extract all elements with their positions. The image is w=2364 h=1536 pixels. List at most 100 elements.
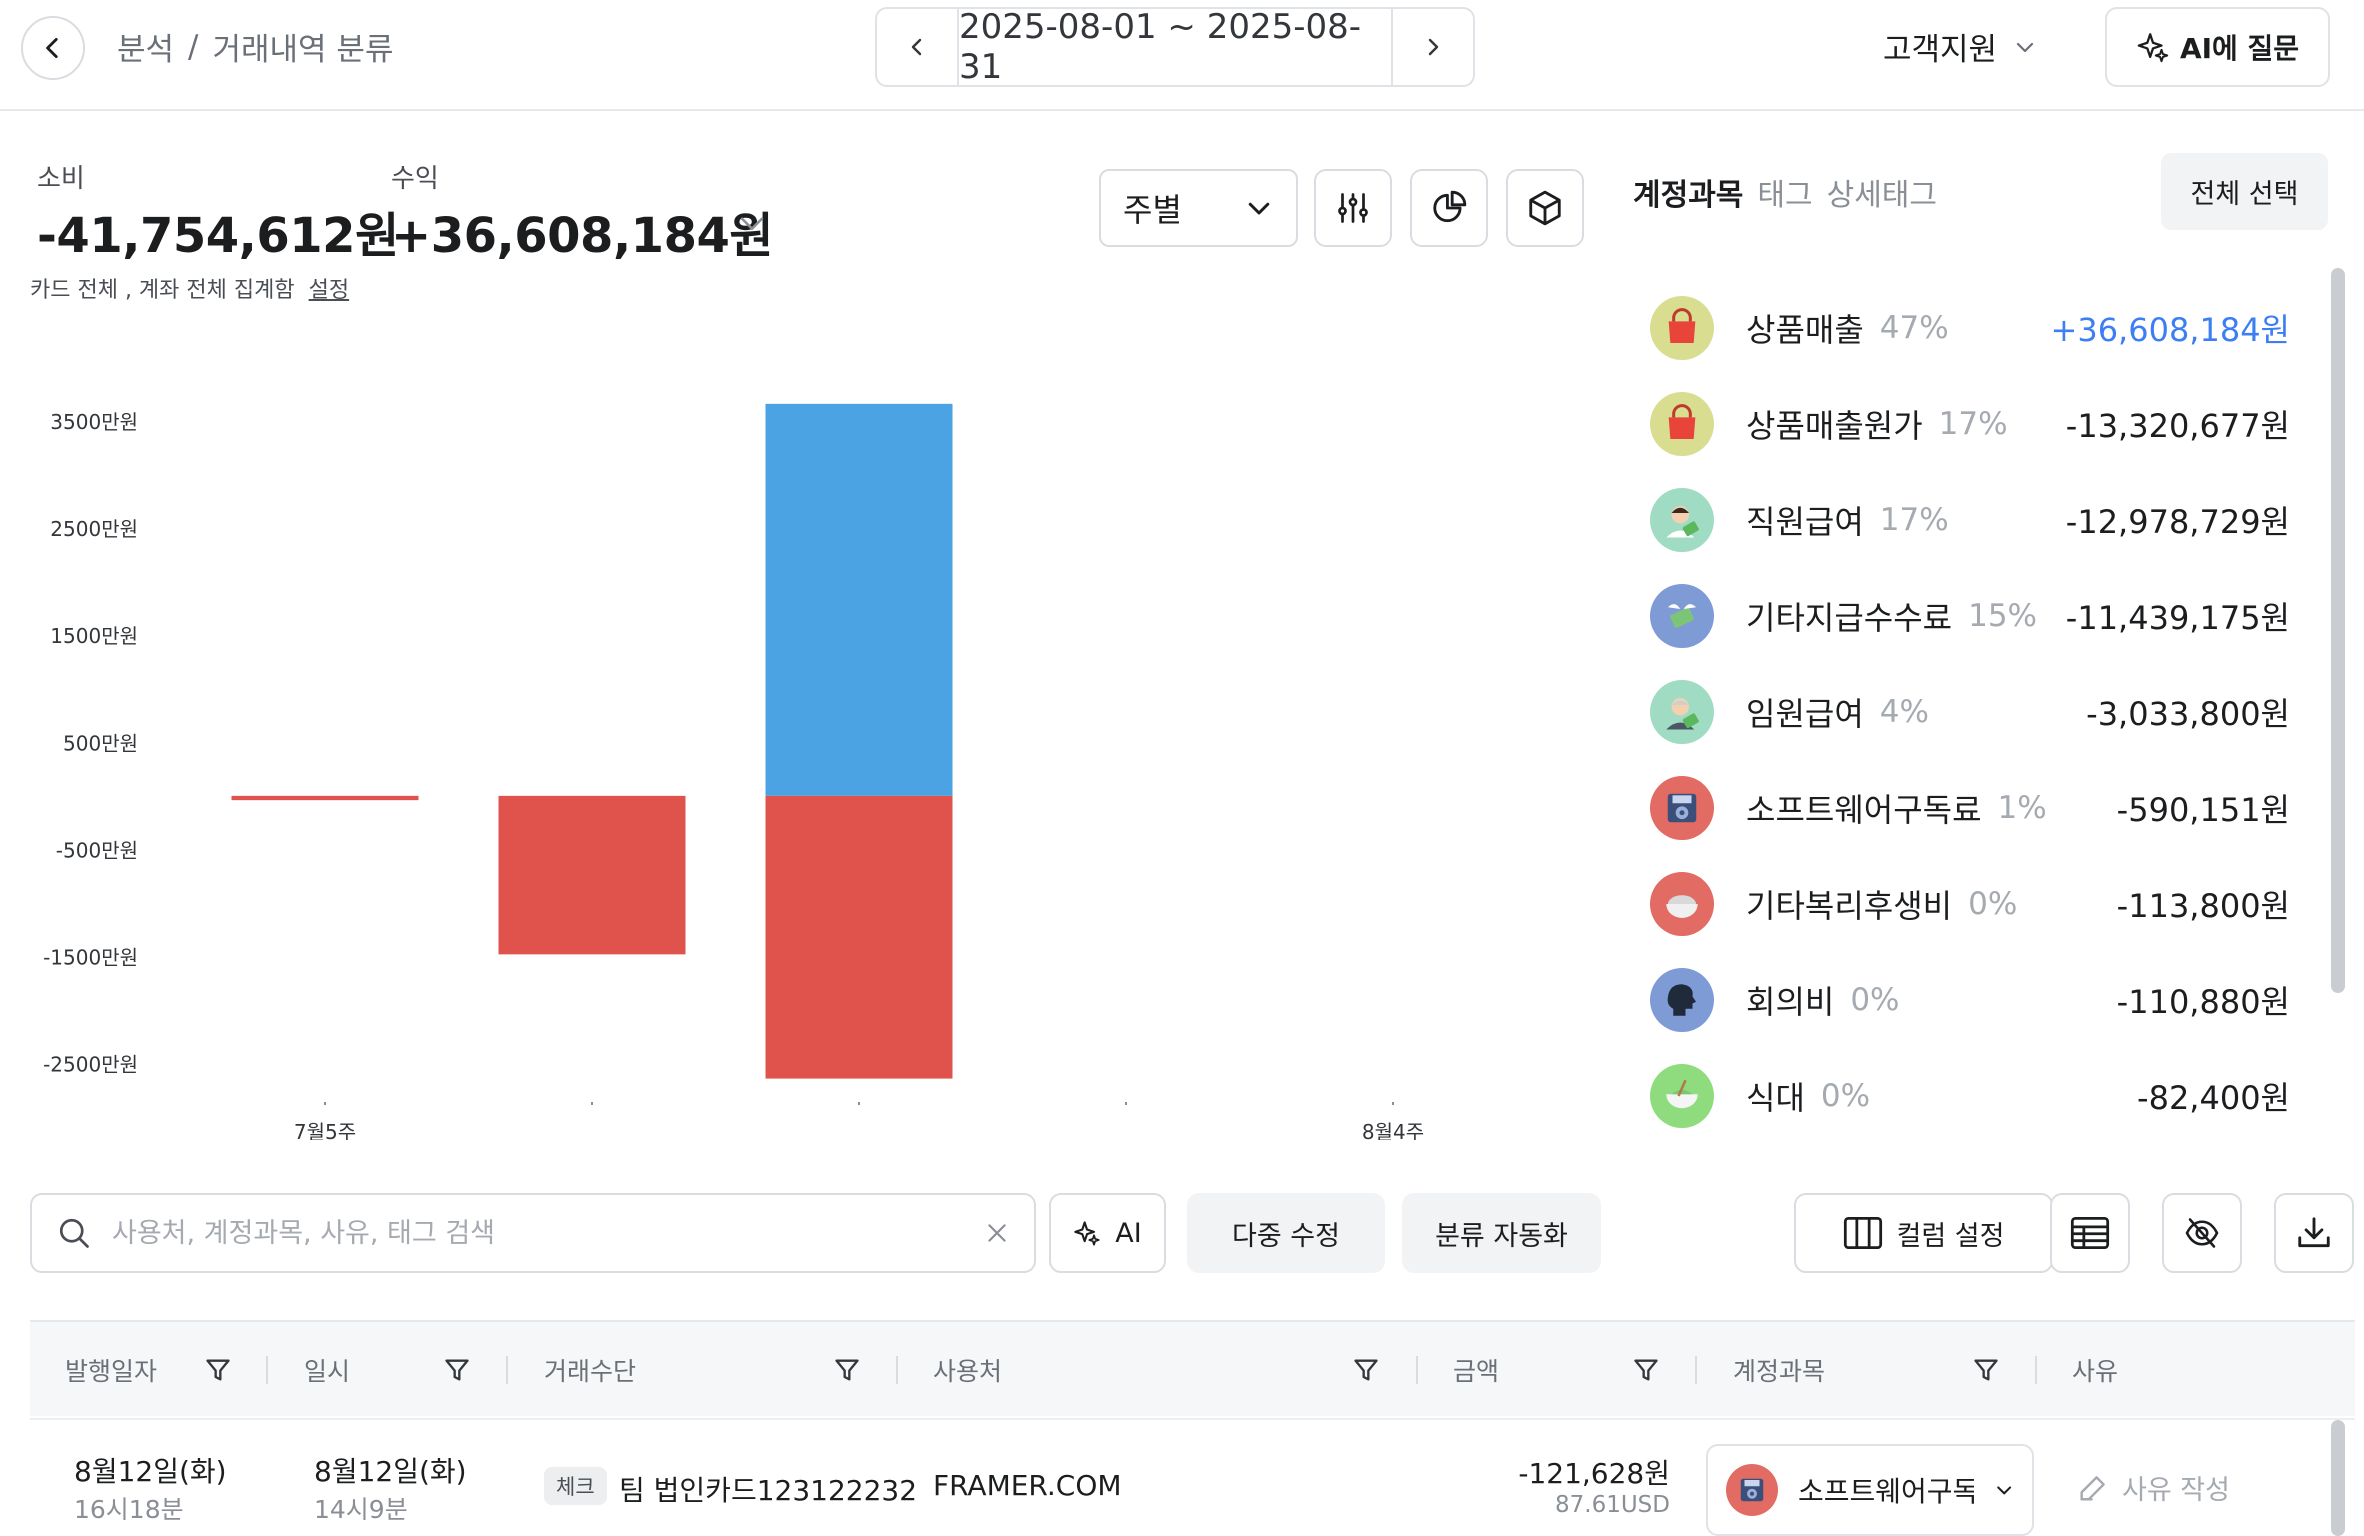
filter-icon[interactable]	[833, 1356, 861, 1384]
table-row[interactable]: 8월12일(화) 16시18분 8월12일(화) 14시9분 체크 팀 법인카드…	[30, 1418, 2355, 1536]
column-settings-button[interactable]: 컬럼 설정	[1794, 1193, 2053, 1273]
back-button[interactable]	[21, 16, 85, 80]
category-item[interactable]: 직원급여 17% -12,978,729원	[1650, 472, 2290, 568]
column-header-datetime[interactable]: 일시	[304, 1322, 350, 1418]
chart-filter-button[interactable]	[1314, 169, 1392, 247]
expense-bar	[765, 795, 953, 1079]
x-tick-label: 8월4주	[1362, 1120, 1424, 1140]
customer-support-menu[interactable]: 고객지원	[1883, 24, 2037, 69]
column-divider[interactable]	[506, 1356, 508, 1384]
category-item[interactable]: 임원급여 4% -3,033,800원	[1650, 664, 2290, 760]
category-item[interactable]: 식대 0% -82,400원	[1650, 1048, 2290, 1144]
category-tabs: 계정과목 태그 상세태그	[1633, 170, 1937, 214]
category-item[interactable]: 기타지급수수료 15% -11,439,175원	[1650, 568, 2290, 664]
filter-icon[interactable]	[443, 1356, 471, 1384]
category-name: 상품매출	[1746, 311, 1864, 349]
issue-date: 8월12일(화)	[74, 1455, 227, 1488]
hide-columns-button[interactable]	[2162, 1193, 2242, 1273]
category-name: 상품매출원가	[1746, 407, 1923, 445]
category-percent: 17%	[1879, 502, 1949, 538]
eye-off-icon	[2185, 1218, 2219, 1248]
breadcrumb-analysis[interactable]: 분석	[117, 24, 174, 69]
column-divider[interactable]	[1695, 1356, 1697, 1384]
cube-icon	[1529, 190, 1561, 226]
category-amount: -82,400원	[2137, 1079, 2290, 1117]
next-period-button[interactable]	[1393, 9, 1473, 85]
write-reason-label: 사유 작성	[2122, 1475, 2230, 1506]
previous-period-button[interactable]	[877, 9, 957, 85]
search-input[interactable]	[112, 1217, 984, 1249]
period-select[interactable]: 주별	[1099, 169, 1298, 247]
auto-classify-button[interactable]: 분류 자동화	[1402, 1193, 1601, 1273]
column-divider[interactable]	[896, 1356, 898, 1384]
column-header-account[interactable]: 계정과목	[1733, 1322, 1825, 1418]
bulk-edit-button[interactable]: 다중 수정	[1187, 1193, 1385, 1273]
select-all-button[interactable]: 전체 선택	[2161, 153, 2328, 230]
payment-method: 팀 법인카드123122232	[619, 1474, 918, 1507]
pie-chart-icon	[1433, 190, 1467, 223]
column-header-issue-date[interactable]: 발행일자	[65, 1322, 157, 1418]
y-tick-label: -1500만원	[43, 945, 138, 969]
aggregation-settings-link[interactable]: 설정	[309, 272, 349, 304]
tab-detail-tag[interactable]: 상세태그	[1827, 170, 1937, 214]
chevron-left-icon	[46, 37, 58, 59]
account-select[interactable]: 소프트웨어구독료	[1706, 1444, 2034, 1536]
category-amount: -113,800원	[2116, 887, 2290, 925]
table-scrollbar[interactable]	[2331, 1420, 2345, 1536]
category-percent: 1%	[1997, 790, 2047, 826]
3d-view-button[interactable]	[1506, 169, 1584, 247]
column-header-payment-method[interactable]: 거래수단	[544, 1322, 636, 1418]
employee-pay-icon	[1650, 488, 1714, 552]
category-item[interactable]: 회의비 0% -110,880원	[1650, 952, 2290, 1048]
category-item[interactable]: 소프트웨어구독료 1% -590,151원	[1650, 760, 2290, 856]
expense-bar	[231, 795, 419, 801]
y-tick-label: 1500만원	[50, 624, 138, 648]
table-view-button[interactable]	[2050, 1193, 2130, 1273]
filter-icon[interactable]	[1352, 1356, 1380, 1384]
column-divider[interactable]	[1416, 1356, 1418, 1384]
ask-ai-button[interactable]: AI에 질문	[2105, 7, 2330, 87]
clear-search-icon[interactable]	[984, 1220, 1010, 1246]
category-item[interactable]: 기타복리후생비 0% -113,800원	[1650, 856, 2290, 952]
date-range-label[interactable]: 2025-08-01 ~ 2025-08-31	[957, 7, 1393, 87]
spend-total: -41,754,612원	[37, 208, 399, 264]
column-header-merchant[interactable]: 사용처	[933, 1322, 1002, 1418]
tab-tag[interactable]: 태그	[1757, 170, 1812, 214]
category-name: 기타복리후생비	[1746, 887, 1953, 925]
category-amount: -590,151원	[2116, 791, 2290, 829]
table-icon	[2070, 1217, 2110, 1249]
category-amount: -3,033,800원	[2086, 695, 2290, 733]
category-list-scrollbar[interactable]	[2331, 268, 2345, 993]
summary-expand-toggle[interactable]	[735, 206, 769, 244]
column-header-amount[interactable]: 금액	[1453, 1322, 1499, 1418]
column-divider[interactable]	[2035, 1356, 2037, 1384]
category-name: 회의비	[1746, 983, 1835, 1021]
write-reason-button[interactable]: 사유 작성	[2076, 1468, 2230, 1507]
filter-icon[interactable]	[204, 1356, 232, 1384]
x-tick-label: 7월5주	[294, 1120, 356, 1140]
category-percent: 47%	[1879, 310, 1949, 346]
tab-account[interactable]: 계정과목	[1633, 170, 1743, 214]
income-label: 수익	[391, 164, 439, 194]
columns-icon	[1843, 1217, 1882, 1249]
y-tick-label: 2500만원	[50, 517, 138, 541]
shopping-bag-icon	[1650, 296, 1714, 360]
category-amount: -13,320,677원	[2065, 407, 2290, 445]
income-total: +36,608,184원	[391, 208, 774, 264]
filter-icon[interactable]	[1972, 1356, 2000, 1384]
download-button[interactable]	[2274, 1193, 2354, 1273]
column-divider[interactable]	[266, 1356, 268, 1384]
column-header-reason[interactable]: 사유	[2072, 1322, 2118, 1418]
chevron-down-icon	[740, 217, 764, 230]
category-item[interactable]: 상품매출 47% +36,608,184원	[1650, 280, 2290, 376]
ai-search-button[interactable]: AI	[1049, 1193, 1166, 1273]
rice-bowl-icon	[1650, 872, 1714, 936]
chevron-left-icon	[911, 38, 922, 56]
category-item[interactable]: 상품매출원가 17% -13,320,677원	[1650, 376, 2290, 472]
ask-ai-label: AI에 질문	[2179, 32, 2300, 65]
chevron-down-icon	[1996, 1486, 2011, 1495]
transaction-table-header: 발행일자 일시 거래수단 사용처 금액 계정과목 사유	[30, 1320, 2355, 1416]
filter-icon[interactable]	[1632, 1356, 1660, 1384]
account-select-value: 소프트웨어구독료	[1798, 1475, 1974, 1508]
pie-chart-view-button[interactable]	[1410, 169, 1488, 247]
